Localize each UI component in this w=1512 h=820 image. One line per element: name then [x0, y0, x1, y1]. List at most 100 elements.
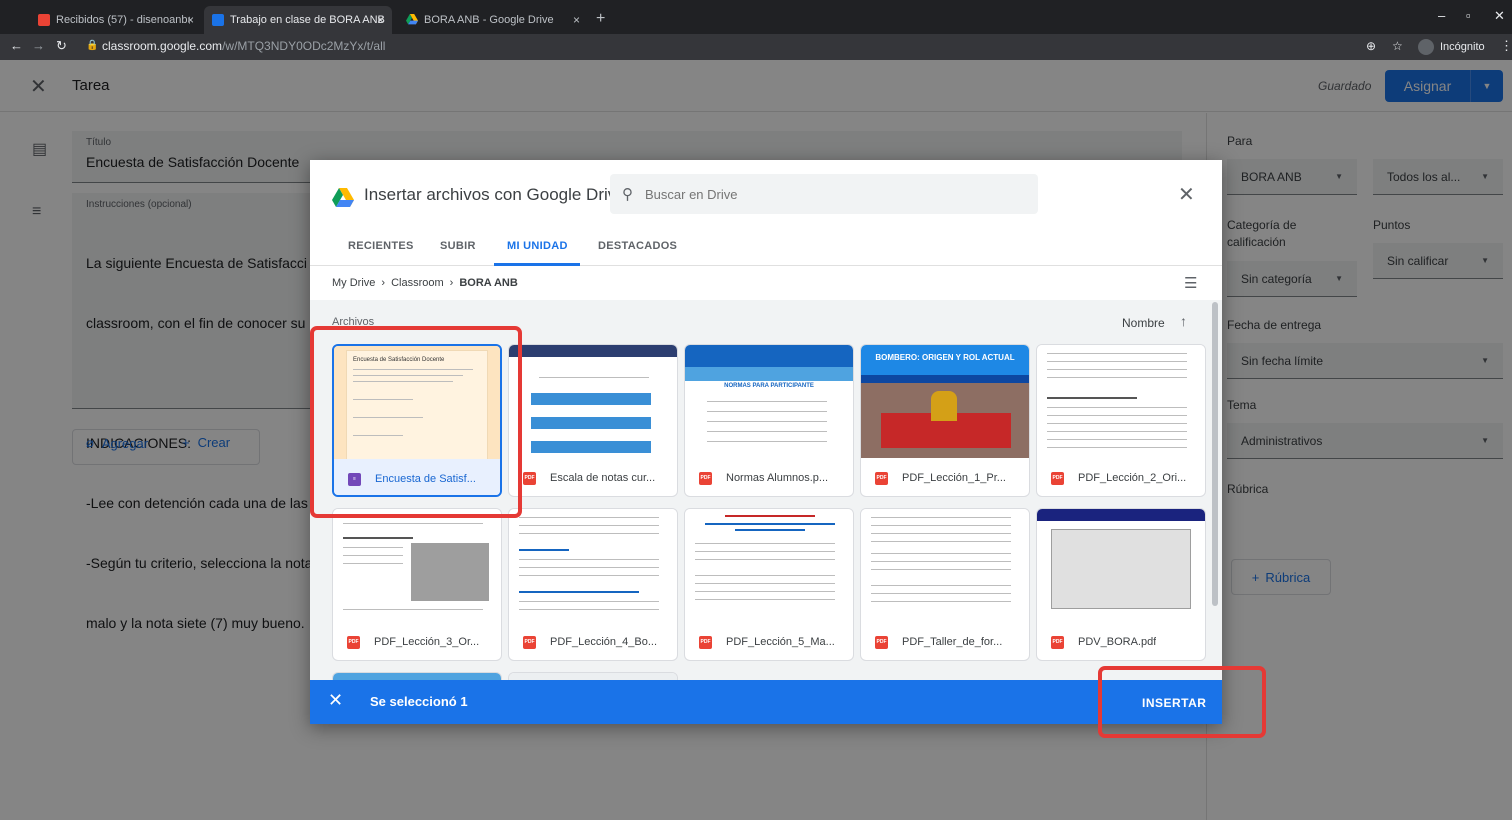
heading-line: [1047, 397, 1137, 399]
file-card[interactable]: PDF PDF_Lección_4_Bo...: [508, 508, 678, 661]
drive-search[interactable]: ⚲: [610, 174, 1038, 214]
breadcrumb-item[interactable]: Classroom: [391, 277, 444, 289]
file-caption: PDF PDF_Taller_de_for...: [861, 622, 1029, 660]
text-line: [871, 569, 1011, 570]
file-card[interactable]: PDF PDF_Lección_5_Ma...: [684, 508, 854, 661]
pdf-icon: PDF: [347, 635, 360, 649]
text-line: [1047, 369, 1187, 370]
heading-line: [725, 515, 815, 517]
pdf-icon: PDF: [875, 471, 888, 485]
text-line: [1047, 439, 1187, 440]
text-line: [1047, 423, 1187, 424]
text-line: [695, 591, 835, 592]
file-card[interactable]: NORMAS PARA PARTICIPANTE PDF Normas Alum…: [684, 344, 854, 497]
chevron-right-icon: ›: [449, 277, 454, 289]
incognito-icon: [1418, 39, 1434, 55]
text-line: [1047, 447, 1187, 448]
file-caption: PDF PDV_BORA.pdf: [1037, 622, 1205, 660]
close-dialog-icon[interactable]: ✕: [1178, 182, 1195, 207]
list-view-icon[interactable]: ☰: [1184, 274, 1197, 292]
insert-highlight-annotation: [1098, 666, 1266, 738]
file-thumbnail: [509, 509, 677, 622]
file-caption: PDF PDF_Lección_1_Pr...: [861, 458, 1029, 496]
maximize-icon[interactable]: ▫: [1466, 8, 1471, 23]
text-line: [871, 541, 1011, 542]
file-caption: PDF PDF_Lección_4_Bo...: [509, 622, 677, 660]
file-card[interactable]: [332, 672, 502, 680]
breadcrumb-item[interactable]: BORA ANB: [459, 277, 517, 289]
tab-title: Trabajo en clase de BORA ANB: [230, 14, 385, 26]
clear-selection-icon[interactable]: ✕: [328, 690, 343, 711]
forward-icon[interactable]: →: [32, 38, 45, 53]
text-line: [871, 585, 1011, 586]
menu-dots-icon[interactable]: ⋮: [1500, 38, 1512, 54]
browser-tab-gmail[interactable]: Recibidos (57) - disenoanb@gm ×: [30, 6, 202, 34]
new-tab-button[interactable]: +: [596, 10, 605, 28]
text-line: [343, 523, 483, 524]
pdf-icon: PDF: [699, 471, 712, 485]
file-card[interactable]: PDF PDF_Lección_3_Or...: [332, 508, 502, 661]
header-wave: [685, 367, 853, 381]
arrow-up-icon[interactable]: ↑: [1180, 313, 1187, 329]
scrollbar[interactable]: [1212, 302, 1218, 606]
text-line: [871, 533, 1011, 534]
file-caption: PDF PDF_Lección_5_Ma...: [685, 622, 853, 660]
tab-mi-unidad[interactable]: MI UNIDAD: [507, 240, 568, 252]
file-card[interactable]: [508, 672, 678, 680]
file-caption: PDF Normas Alumnos.p...: [685, 458, 853, 496]
minimize-icon[interactable]: –: [1438, 8, 1445, 23]
text-line: [519, 609, 659, 610]
tab-destacados[interactable]: DESTACADOS: [598, 240, 677, 252]
selection-highlight-annotation: [310, 326, 522, 518]
file-card[interactable]: PDF Escala de notas cur...: [508, 344, 678, 497]
star-icon[interactable]: ☆: [1392, 39, 1403, 53]
text-line: [871, 593, 1011, 594]
boiler-shape: [931, 391, 957, 421]
pdf-icon: PDF: [523, 635, 536, 649]
incognito-badge[interactable]: Incógnito: [1418, 37, 1485, 57]
sort-label[interactable]: Nombre: [1122, 316, 1165, 330]
text-line: [707, 401, 827, 402]
close-window-icon[interactable]: ✕: [1494, 8, 1505, 24]
header-band: [1037, 509, 1205, 521]
close-tab-icon[interactable]: ×: [187, 13, 194, 27]
pdf-icon: PDF: [1051, 471, 1064, 485]
selection-bar: ✕ Se seleccionó 1 INSERTAR: [310, 680, 1222, 724]
header-band: [509, 345, 677, 357]
text-line: [519, 575, 659, 576]
thumb-title: BOMBERO: ORIGEN Y ROL ACTUAL: [861, 345, 1029, 375]
heading-line: [735, 529, 805, 531]
back-icon[interactable]: ←: [10, 38, 23, 53]
table-preview: [1051, 529, 1191, 609]
close-tab-icon[interactable]: ×: [377, 13, 384, 27]
zoom-icon[interactable]: ⊕: [1366, 39, 1376, 53]
text-line: [695, 543, 835, 544]
file-card[interactable]: PDF PDV_BORA.pdf: [1036, 508, 1206, 661]
browser-tab-drive[interactable]: BORA ANB - Google Drive ×: [398, 6, 588, 34]
tab-subir[interactable]: SUBIR: [440, 240, 476, 252]
tab-recientes[interactable]: RECIENTES: [348, 240, 414, 252]
search-input[interactable]: [645, 186, 1005, 202]
close-tab-icon[interactable]: ×: [573, 13, 580, 27]
file-card[interactable]: PDF PDF_Taller_de_for...: [860, 508, 1030, 661]
browser-tab-classroom[interactable]: Trabajo en clase de BORA ANB ×: [204, 6, 392, 34]
text-line: [519, 525, 659, 526]
dialog-title: Insertar archivos con Google Drive: [364, 185, 626, 204]
breadcrumb-item[interactable]: My Drive: [332, 277, 375, 289]
file-name: PDF_Taller_de_for...: [902, 636, 1003, 648]
selection-count: Se seleccionó 1: [370, 694, 468, 709]
lock-icon: 🔒: [86, 40, 99, 51]
text-line: [1047, 431, 1187, 432]
file-thumbnail: [509, 345, 677, 458]
reload-icon[interactable]: ↻: [56, 38, 67, 54]
address-bar[interactable]: classroom.google.com/w/MTQ3NDY0ODc2MzYx/…: [102, 39, 385, 53]
file-thumbnail: [333, 509, 501, 622]
text-line: [871, 525, 1011, 526]
file-name: PDF_Lección_4_Bo...: [550, 636, 658, 648]
file-name: PDF_Lección_1_Pr...: [902, 472, 1006, 484]
file-card[interactable]: PDF PDF_Lección_2_Ori...: [1036, 344, 1206, 497]
text-line: [1047, 377, 1187, 378]
text-line: [1047, 353, 1187, 354]
file-card[interactable]: BOMBERO: ORIGEN Y ROL ACTUAL PDF PDF_Lec…: [860, 344, 1030, 497]
text-line: [343, 555, 403, 556]
